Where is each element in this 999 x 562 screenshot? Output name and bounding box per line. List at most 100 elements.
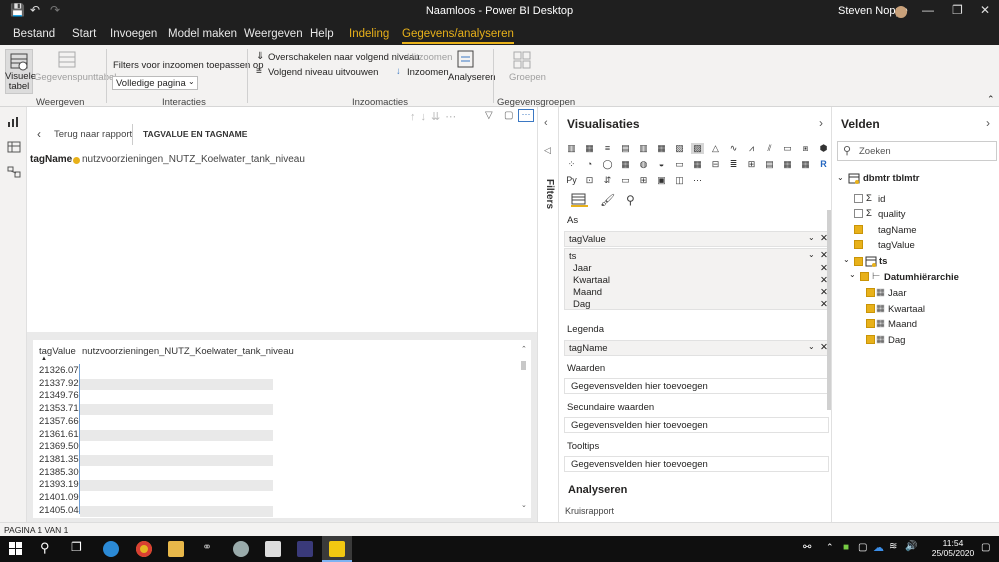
people-icon[interactable]: ⚯ xyxy=(803,542,811,553)
table-name[interactable]: dbmtr tblmtr xyxy=(863,173,919,184)
visual-type-icon[interactable]: ⇵ xyxy=(601,175,614,186)
filters-pane-collapsed[interactable]: ‹ ◁ Filters xyxy=(537,107,558,522)
fields-search-input[interactable]: ⚲ Zoeken xyxy=(837,141,997,161)
format-roller-icon[interactable]: 🖌 xyxy=(600,193,615,207)
checkbox-tagvalue[interactable] xyxy=(854,240,863,249)
visual-type-icon[interactable]: ▦ xyxy=(583,143,596,154)
visual-drill-icons[interactable]: ↑↓⇊⋯ xyxy=(410,110,461,123)
tab-start[interactable]: Start xyxy=(72,28,96,40)
field-quality[interactable]: quality xyxy=(878,209,905,220)
windows-start-icon[interactable] xyxy=(9,542,23,556)
visual-type-icon[interactable]: ▤ xyxy=(619,143,632,154)
back-to-report-link[interactable]: Terug naar rapport xyxy=(54,129,132,140)
tab-indeling[interactable]: Indeling xyxy=(349,28,389,40)
visual-type-icon[interactable]: ▦ xyxy=(691,159,704,170)
checkbox-ts[interactable] xyxy=(854,257,863,266)
visual-type-icon[interactable]: Py xyxy=(565,175,578,186)
app-icon[interactable] xyxy=(233,541,249,557)
checkbox-hierarchy[interactable] xyxy=(860,272,869,281)
visual-type-icon[interactable]: ▧ xyxy=(673,143,686,154)
visual-type-icon[interactable]: ⬢ xyxy=(817,143,830,154)
expand-caret-icon[interactable]: ⌄ xyxy=(837,173,844,182)
visual-type-icon[interactable]: ▦ xyxy=(781,159,794,170)
scrollbar-thumb[interactable] xyxy=(521,361,526,370)
groups-button[interactable]: Groepen xyxy=(509,72,546,83)
expand-next-button[interactable]: Volgend niveau uitvouwen xyxy=(268,67,378,78)
visual-type-icon[interactable]: ▥ xyxy=(565,143,578,154)
focus-mode-icon[interactable]: ▢ xyxy=(504,110,513,121)
expand-caret-icon[interactable]: ⌄ xyxy=(843,255,850,264)
volume-icon[interactable]: 🔊 xyxy=(905,541,917,552)
tab-bestand[interactable]: Bestand xyxy=(13,28,55,40)
close-icon[interactable]: ✕ xyxy=(980,3,990,17)
field-tagvalue[interactable]: tagValue xyxy=(878,240,915,251)
checkbox-maand[interactable] xyxy=(866,319,875,328)
visual-type-icon[interactable]: ⊡ xyxy=(583,175,596,186)
visual-type-icon[interactable]: ▨ xyxy=(691,143,704,154)
field-dag[interactable]: Dag xyxy=(888,335,905,346)
search-icon[interactable]: ⚲ xyxy=(40,540,50,556)
tooltips-well[interactable]: Gegevensvelden hier toevoegen xyxy=(564,456,829,472)
zoom-in-button[interactable]: Inzoomen xyxy=(407,67,449,78)
app-icon[interactable]: ⚭ xyxy=(202,540,212,554)
visual-type-icon[interactable]: ⋯ xyxy=(691,175,704,186)
secondary-well[interactable]: Gegevensvelden hier toevoegen xyxy=(564,417,829,433)
visual-type-icon[interactable]: ⩘ xyxy=(745,143,758,154)
visual-type-icon[interactable]: ◔ xyxy=(583,159,596,170)
field-ts[interactable]: ts xyxy=(879,256,887,267)
chevron-up-icon[interactable]: ⌃ xyxy=(826,542,834,553)
collapse-viz-icon[interactable]: › xyxy=(819,116,823,130)
visual-type-icon[interactable]: ≣ xyxy=(727,159,740,170)
values-well[interactable]: Gegevensvelden hier toevoegen xyxy=(564,378,829,394)
network-icon[interactable]: ▢ xyxy=(858,542,867,553)
field-jaar[interactable]: Jaar xyxy=(888,288,906,299)
visual-type-icon[interactable]: ▣ xyxy=(655,175,668,186)
visual-type-icon[interactable]: ◫ xyxy=(673,175,686,186)
field-id[interactable]: id xyxy=(878,194,885,205)
visual-type-icon[interactable]: △ xyxy=(709,143,722,154)
collapse-ribbon-icon[interactable]: ⌃ xyxy=(987,94,995,105)
back-arrow-icon[interactable]: ‹ xyxy=(37,127,41,141)
checkbox-quality[interactable] xyxy=(854,209,863,218)
clock[interactable]: 11:54 25/05/2020 xyxy=(930,538,976,558)
visual-type-icon[interactable]: ▥ xyxy=(637,143,650,154)
fields-tab-icon[interactable] xyxy=(571,192,588,207)
wifi-icon[interactable]: ≋ xyxy=(889,541,897,552)
model-view-icon[interactable] xyxy=(7,166,21,178)
powerbi-taskbar-button[interactable] xyxy=(322,536,352,562)
visual-type-icon[interactable]: ▭ xyxy=(781,143,794,154)
tab-gegevens-analyseren[interactable]: Gegevens/analyseren xyxy=(402,28,514,44)
checkbox-id[interactable] xyxy=(854,194,863,203)
visual-type-icon[interactable]: ⊞ xyxy=(637,175,650,186)
datapoint-table-label[interactable]: Gegevenspunttabel xyxy=(34,72,116,83)
zoom-out-button[interactable]: Uitzoomen xyxy=(407,52,452,63)
visual-type-icon[interactable]: R xyxy=(817,159,830,170)
visual-type-icon[interactable]: ◍ xyxy=(637,159,650,170)
app-icon[interactable] xyxy=(297,541,313,557)
axis-well-tagvalue[interactable]: tagValue ⌄ ✕ xyxy=(564,231,829,247)
filter-icon[interactable]: ▽ xyxy=(485,110,493,121)
collapse-fields-icon[interactable]: › xyxy=(986,116,990,130)
onedrive-icon[interactable]: ☁ xyxy=(873,541,884,554)
calculator-icon[interactable] xyxy=(265,541,281,557)
visual-type-icon[interactable]: ▭ xyxy=(673,159,686,170)
tab-model-maken[interactable]: Model maken xyxy=(168,28,237,40)
column-header-series[interactable]: nutzvoorzieningen_NUTZ_Koelwater_tank_ni… xyxy=(82,346,294,357)
checkbox-jaar[interactable] xyxy=(866,288,875,297)
filter-apply-dropdown[interactable]: Volledige pagina ⌄ xyxy=(112,76,198,90)
field-tagname[interactable]: tagName xyxy=(878,225,917,236)
file-explorer-icon[interactable] xyxy=(168,541,184,557)
visual-type-icon[interactable]: ▦ xyxy=(655,143,668,154)
scroll-down-icon[interactable]: ⌄ xyxy=(521,501,527,509)
chevron-down-icon[interactable]: ⌄ xyxy=(808,233,815,242)
chrome-icon[interactable] xyxy=(136,541,152,557)
checkbox-dag[interactable] xyxy=(866,335,875,344)
analytics-magnifier-icon[interactable]: ⚲ xyxy=(626,193,635,207)
notifications-icon[interactable]: ▢ xyxy=(981,542,990,553)
restore-icon[interactable]: ❐ xyxy=(952,3,963,17)
visual-type-icon[interactable]: ▤ xyxy=(763,159,776,170)
collapse-left-icon[interactable]: ‹ xyxy=(544,117,548,129)
minimize-icon[interactable]: — xyxy=(922,3,934,17)
checkbox-tagname[interactable] xyxy=(854,225,863,234)
tab-invoegen[interactable]: Invoegen xyxy=(110,28,157,40)
